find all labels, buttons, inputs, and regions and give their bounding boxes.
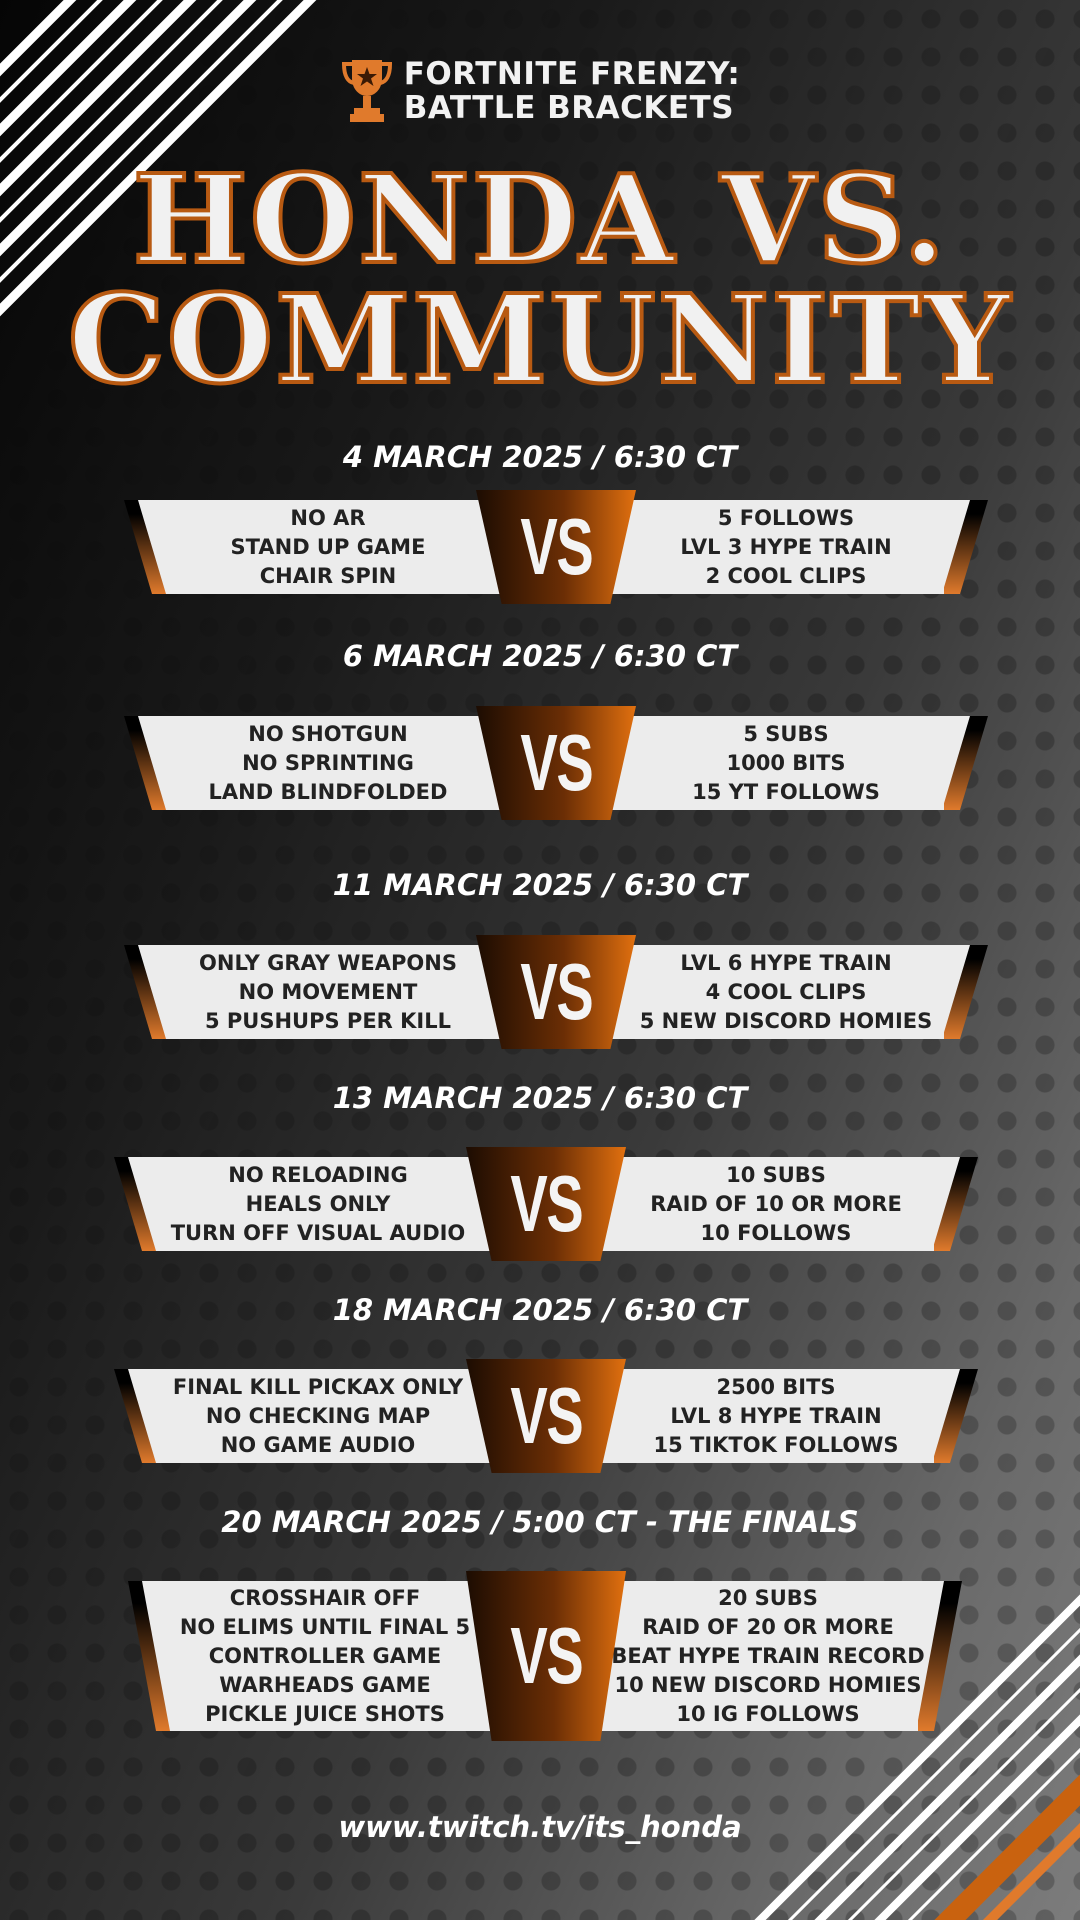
vs-label: VS (520, 718, 593, 807)
goal-panel-community: 20 SUBS RAID OF 20 OR MORE BEAT HYPE TRA… (590, 1581, 946, 1731)
challenge-panel-honda: FINAL KILL PICKAX ONLY NO CHECKING MAP N… (128, 1369, 508, 1463)
goal-line: BEAT HYPE TRAIN RECORD (611, 1643, 925, 1668)
goal-line: 5 FOLLOWS (717, 505, 855, 530)
goal-line: 10 SUBS (726, 1162, 826, 1187)
goal-line: 2500 BITS (716, 1374, 836, 1399)
challenge-line: CROSSHAIR OFF (229, 1585, 421, 1610)
brand-title: FORTNITE FRENZY: BATTLE BRACKETS (404, 57, 741, 125)
goal-line: 2 COOL CLIPS (705, 563, 867, 588)
goal-panel-community: 10 SUBS RAID OF 10 OR MORE 10 FOLLOWS (590, 1157, 962, 1251)
challenge-panel-honda: NO AR STAND UP GAME CHAIR SPIN (138, 500, 518, 594)
goal-line: 20 SUBS (718, 1585, 818, 1610)
goal-panel-community: LVL 6 HYPE TRAIN 4 COOL CLIPS 5 NEW DISC… (600, 945, 972, 1039)
goal-line: RAID OF 20 OR MORE (642, 1614, 894, 1639)
goal-line: LVL 6 HYPE TRAIN (680, 950, 892, 975)
challenge-line: NO GAME AUDIO (220, 1432, 416, 1457)
goal-panel-community: 5 SUBS 1000 BITS 15 YT FOLLOWS (600, 716, 972, 810)
goal-panel-community: 2500 BITS LVL 8 HYPE TRAIN 15 TIKTOK FOL… (590, 1369, 962, 1463)
goal-line: LVL 3 HYPE TRAIN (680, 534, 892, 559)
vs-badge: VS (466, 1147, 626, 1261)
challenge-line: PICKLE JUICE SHOTS (205, 1701, 445, 1726)
goal-line: 15 TIKTOK FOLLOWS (653, 1432, 899, 1457)
goal-line: RAID OF 10 OR MORE (650, 1191, 902, 1216)
goal-line: 5 SUBS (743, 721, 829, 746)
vs-label: VS (520, 947, 593, 1036)
goal-line: 10 IG FOLLOWS (676, 1701, 860, 1726)
challenge-line: CHAIR SPIN (259, 563, 397, 588)
challenge-panel-honda: CROSSHAIR OFF NO ELIMS UNTIL FINAL 5 CON… (142, 1581, 508, 1731)
goal-line: 5 NEW DISCORD HOMIES (639, 1008, 933, 1033)
vs-badge: VS (476, 935, 636, 1049)
challenge-line: LAND BLINDFOLDED (208, 779, 448, 804)
match-date: 4 MARCH 2025 / 6:30 CT (342, 440, 738, 474)
challenge-line: NO AR (290, 505, 366, 530)
challenge-line: NO RELOADING (228, 1162, 408, 1187)
goal-line: 15 YT FOLLOWS (692, 779, 880, 804)
challenge-panel-honda: ONLY GRAY WEAPONS NO MOVEMENT 5 PUSHUPS … (138, 945, 518, 1039)
goal-line: 10 FOLLOWS (700, 1220, 852, 1245)
vs-badge: VS (476, 490, 636, 604)
challenge-line: 5 PUSHUPS PER KILL (204, 1008, 451, 1033)
vs-label: VS (510, 1611, 583, 1700)
challenge-line: WARHEADS GAME (219, 1672, 431, 1697)
match-date: 11 MARCH 2025 / 6:30 CT (332, 868, 748, 902)
brand-title-line1: FORTNITE FRENZY: (403, 56, 741, 92)
challenge-panel-honda: NO RELOADING HEALS ONLY TURN OFF VISUAL … (128, 1157, 508, 1251)
goal-line: 10 NEW DISCORD HOMIES (614, 1672, 922, 1697)
challenge-panel-honda: NO SHOTGUN NO SPRINTING LAND BLINDFOLDED (138, 716, 518, 810)
challenge-line: HEALS ONLY (245, 1191, 391, 1216)
challenge-line: CONTROLLER GAME (208, 1643, 442, 1668)
challenge-line: NO ELIMS UNTIL FINAL 5 (179, 1614, 471, 1639)
twitch-url-link[interactable]: www.twitch.tv/its_honda (0, 1810, 1080, 1844)
match-date: 6 MARCH 2025 / 6:30 CT (342, 639, 738, 673)
goal-line: 1000 BITS (726, 750, 846, 775)
vs-badge: VS (476, 706, 636, 820)
challenge-line: NO SPRINTING (242, 750, 414, 775)
headline-line2: COMMUNITY (66, 267, 1013, 411)
challenge-line: NO MOVEMENT (238, 979, 418, 1004)
brand-title-line2: BATTLE BRACKETS (403, 90, 735, 126)
challenge-line: ONLY GRAY WEAPONS (199, 950, 457, 975)
goal-panel-community: 5 FOLLOWS LVL 3 HYPE TRAIN 2 COOL CLIPS (600, 500, 972, 594)
finals-date: 20 MARCH 2025 / 5:00 CT - THE FINALS (221, 1505, 859, 1539)
challenge-line: TURN OFF VISUAL AUDIO (170, 1220, 466, 1245)
match-date: 13 MARCH 2025 / 6:30 CT (332, 1081, 748, 1115)
challenge-line: STAND UP GAME (230, 534, 426, 559)
challenge-line: NO SHOTGUN (248, 721, 408, 746)
goal-line: LVL 8 HYPE TRAIN (670, 1403, 882, 1428)
challenge-line: FINAL KILL PICKAX ONLY (172, 1374, 464, 1399)
vs-label: VS (520, 502, 593, 591)
vs-badge: VS (466, 1359, 626, 1473)
headline-line1: HONDA VS. (131, 147, 948, 291)
vs-label: VS (510, 1371, 583, 1460)
brand-header: FORTNITE FRENZY: BATTLE BRACKETS (0, 56, 1080, 126)
trophy-icon (341, 60, 392, 122)
vs-badge: VS (466, 1571, 626, 1741)
challenge-line: NO CHECKING MAP (205, 1403, 431, 1428)
match-date: 18 MARCH 2025 / 6:30 CT (332, 1293, 748, 1327)
goal-line: 4 COOL CLIPS (705, 979, 867, 1004)
vs-label: VS (510, 1159, 583, 1248)
